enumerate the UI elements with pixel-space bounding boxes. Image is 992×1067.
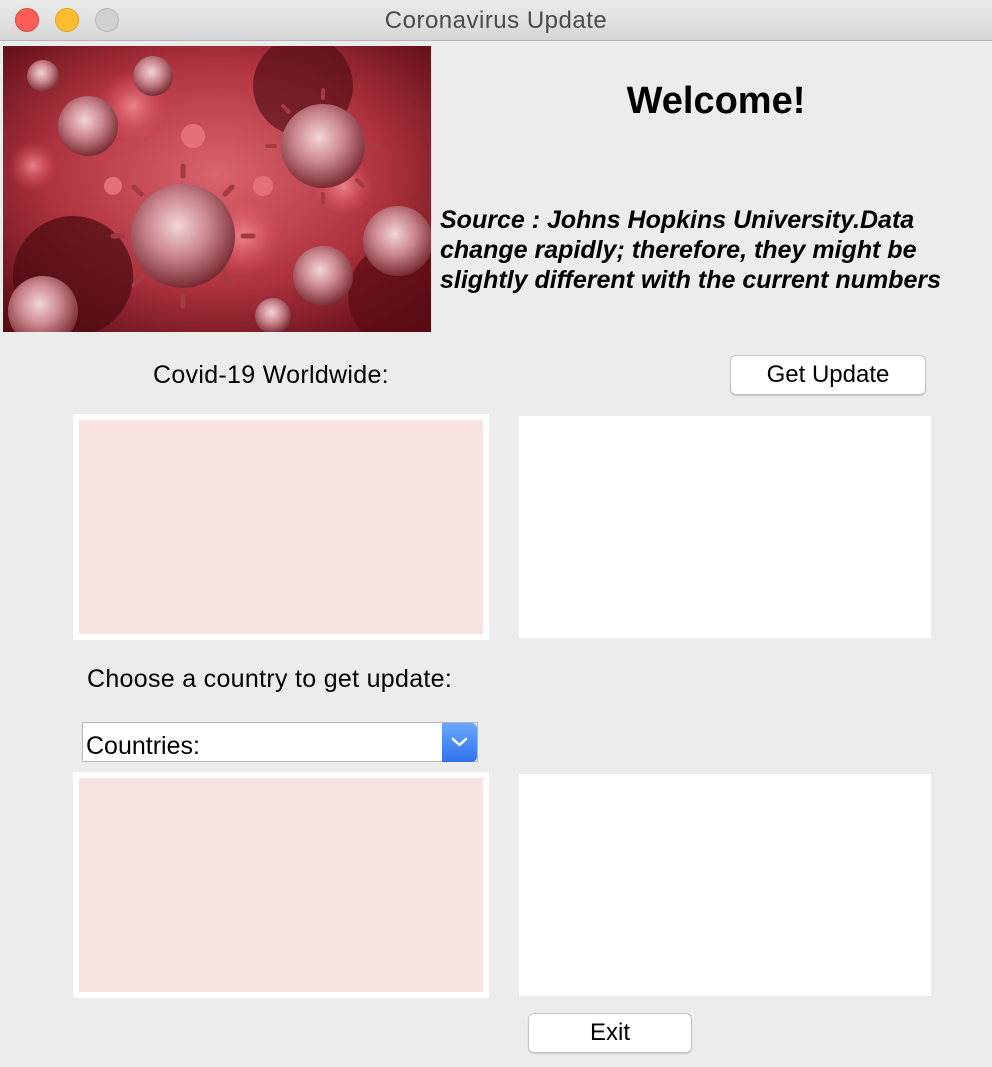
country-chart-frame: [73, 772, 489, 998]
source-line: Source : Johns Hopkins University.Data: [440, 206, 915, 234]
coronavirus-image: [3, 46, 431, 332]
window-title: Coronavirus Update: [384, 7, 608, 34]
get-update-button[interactable]: Get Update: [730, 355, 926, 395]
worldwide-chart-frame: [73, 414, 489, 640]
country-select-value: Countries:: [86, 732, 200, 760]
source-note: Source : Johns Hopkins University.Data c…: [440, 205, 992, 295]
worldwide-chart-area: [79, 420, 483, 634]
country-stats-panel: [519, 774, 931, 996]
source-line: slightly different with the current numb…: [440, 266, 941, 294]
country-label: Choose a country to get update:: [87, 665, 453, 693]
exit-button[interactable]: Exit: [528, 1013, 692, 1053]
country-select[interactable]: Countries:: [82, 722, 478, 762]
source-line: change rapidly; therefore, they might be: [440, 236, 917, 264]
title-bar: Coronavirus Update: [0, 0, 992, 41]
worldwide-label: Covid-19 Worldwide:: [153, 361, 389, 389]
country-chart-area: [79, 778, 483, 992]
welcome-heading: Welcome!: [626, 80, 806, 122]
chevron-down-icon[interactable]: [442, 723, 477, 762]
worldwide-stats-panel: [519, 416, 931, 638]
